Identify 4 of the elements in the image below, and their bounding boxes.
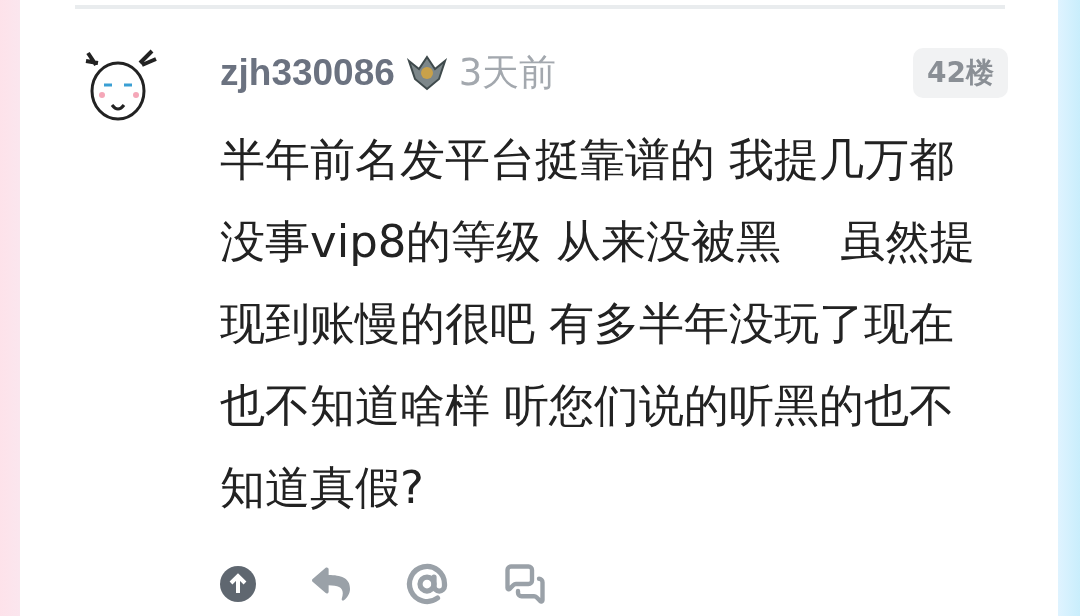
post-time: 3天前 (458, 50, 557, 96)
username[interactable]: zjh330086 (220, 52, 395, 94)
floor-label: 42楼 (913, 48, 1008, 98)
comment-text: 半年前名发平台挺靠谱的 我提几万都没事vip8的等级 从来没被黑 虽然提现到账慢的很吧 有多半年没玩了现在也不知道啥样 听您们说的听黑的也不知道真假? (220, 132, 976, 516)
